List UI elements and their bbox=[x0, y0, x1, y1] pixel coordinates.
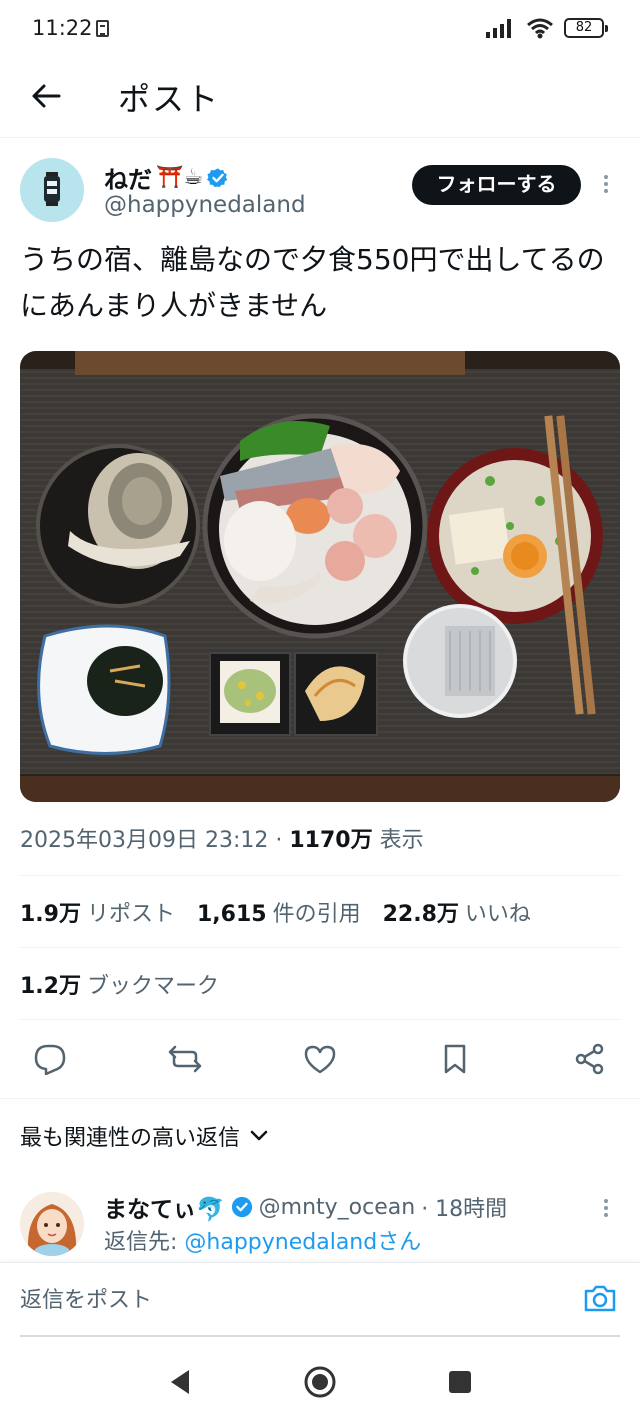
reply-more-options-icon[interactable] bbox=[598, 1196, 614, 1224]
composer-underline bbox=[20, 1335, 620, 1337]
arrow-left-icon bbox=[32, 84, 61, 108]
replies-sort-selector[interactable]: 最も関連性の高い返信 bbox=[20, 1120, 268, 1152]
repost-icon bbox=[168, 1045, 202, 1073]
camera-icon bbox=[584, 1285, 616, 1312]
repost-button[interactable] bbox=[155, 1030, 215, 1088]
views-label: 表示 bbox=[379, 828, 424, 853]
reply-author-row[interactable]: まなてぃ🐬 @mnty_ocean · 18時間 bbox=[104, 1190, 507, 1224]
chevron-down-icon bbox=[250, 1130, 268, 1141]
home-circle-icon bbox=[304, 1366, 336, 1398]
views-count: 1170万 bbox=[289, 828, 373, 853]
meta-separator: · bbox=[275, 828, 290, 853]
bookmarks-stat[interactable]: 1.2万 ブックマーク bbox=[20, 968, 219, 1000]
anime-avatar-graphic bbox=[20, 1192, 84, 1256]
reply-author-avatar[interactable] bbox=[20, 1192, 84, 1256]
reply-to-line: 返信先: @happynedalandさん bbox=[104, 1224, 421, 1256]
wifi-icon bbox=[527, 18, 553, 39]
page-title: ポスト bbox=[118, 80, 221, 118]
system-navigation-bar bbox=[0, 1342, 640, 1422]
engagement-stats: 1.9万 リポスト 1,615 件の引用 22.8万 いいね bbox=[20, 896, 531, 928]
more-options-icon[interactable] bbox=[598, 172, 614, 200]
author-name-row[interactable]: ねだ ⛩️☕ bbox=[104, 160, 229, 195]
author-avatar[interactable] bbox=[20, 158, 84, 222]
reply-composer bbox=[0, 1262, 640, 1337]
system-home-button[interactable] bbox=[300, 1362, 340, 1402]
quotes-count: 1,615 bbox=[197, 902, 267, 927]
divider bbox=[0, 1098, 640, 1099]
likes-count: 22.8万 bbox=[382, 902, 459, 927]
reposts-label: リポスト bbox=[86, 902, 175, 927]
triangle-back-icon bbox=[171, 1370, 189, 1394]
heart-icon bbox=[304, 1045, 336, 1074]
reply-handle[interactable]: @mnty_ocean bbox=[259, 1195, 416, 1220]
name-emojis: ⛩️☕ bbox=[156, 165, 204, 190]
battery-indicator: 82 bbox=[564, 18, 608, 38]
post-meta: 2025年03月09日 23:12 · 1170万 表示 bbox=[20, 822, 424, 854]
reply-button[interactable] bbox=[20, 1030, 80, 1088]
reposts-stat[interactable]: 1.9万 リポスト bbox=[20, 896, 175, 928]
share-icon bbox=[575, 1043, 604, 1075]
post-image[interactable] bbox=[20, 351, 620, 802]
divider bbox=[20, 875, 620, 876]
top-app-bar: ポスト bbox=[0, 58, 640, 138]
status-time: 11:22 bbox=[32, 16, 93, 40]
meal-photo-graphic bbox=[20, 351, 620, 802]
reply-to-link[interactable]: @happynedalandさん bbox=[184, 1230, 421, 1255]
post-text: うちの宿、離島なので夕食550円で出してるのにあんまり人がきません bbox=[20, 243, 605, 322]
screen: 11:22 82 ポスト ねだ ⛩️☕ @happynedaland フォローす… bbox=[0, 0, 640, 1422]
system-recents-button[interactable] bbox=[440, 1362, 480, 1402]
reply-icon bbox=[34, 1044, 66, 1075]
bookmark-icon bbox=[444, 1044, 466, 1074]
reply-time: · 18時間 bbox=[421, 1197, 508, 1222]
bookmark-button[interactable] bbox=[425, 1030, 485, 1088]
author-handle[interactable]: @happynedaland bbox=[104, 192, 306, 218]
reply-input[interactable] bbox=[20, 1283, 560, 1317]
lantern-avatar-graphic bbox=[44, 172, 60, 206]
verified-badge-icon bbox=[231, 1196, 252, 1218]
camera-button[interactable] bbox=[582, 1282, 618, 1318]
divider bbox=[20, 1019, 620, 1020]
back-button[interactable] bbox=[26, 76, 66, 116]
divider bbox=[20, 947, 620, 948]
quotes-stat[interactable]: 1,615 件の引用 bbox=[197, 896, 361, 928]
reply-display-name[interactable]: まなてぃ🐬 bbox=[104, 1190, 225, 1224]
likes-stat[interactable]: 22.8万 いいね bbox=[383, 896, 531, 928]
reply-to-prefix: 返信先: bbox=[104, 1230, 185, 1255]
clipboard-icon bbox=[96, 20, 109, 37]
system-back-button[interactable] bbox=[160, 1362, 200, 1402]
bookmarks-count: 1.2万 bbox=[20, 974, 81, 999]
follow-button[interactable]: フォローする bbox=[412, 165, 581, 205]
author-display-name[interactable]: ねだ bbox=[104, 160, 152, 195]
bookmarks-label: ブックマーク bbox=[86, 974, 219, 999]
quotes-label: 件の引用 bbox=[272, 902, 361, 927]
share-button[interactable] bbox=[560, 1030, 620, 1088]
status-icons: 82 bbox=[486, 17, 608, 39]
like-button[interactable] bbox=[290, 1030, 350, 1088]
reposts-count: 1.9万 bbox=[20, 902, 81, 927]
verified-badge-icon bbox=[207, 167, 228, 187]
status-bar: 11:22 82 bbox=[0, 0, 640, 58]
post-action-bar bbox=[20, 1030, 620, 1088]
recents-square-icon bbox=[449, 1371, 471, 1393]
post-timestamp[interactable]: 2025年03月09日 23:12 bbox=[20, 828, 268, 853]
likes-label: いいね bbox=[464, 902, 531, 927]
signal-icon bbox=[486, 19, 511, 38]
replies-sort-label: 最も関連性の高い返信 bbox=[20, 1126, 241, 1151]
